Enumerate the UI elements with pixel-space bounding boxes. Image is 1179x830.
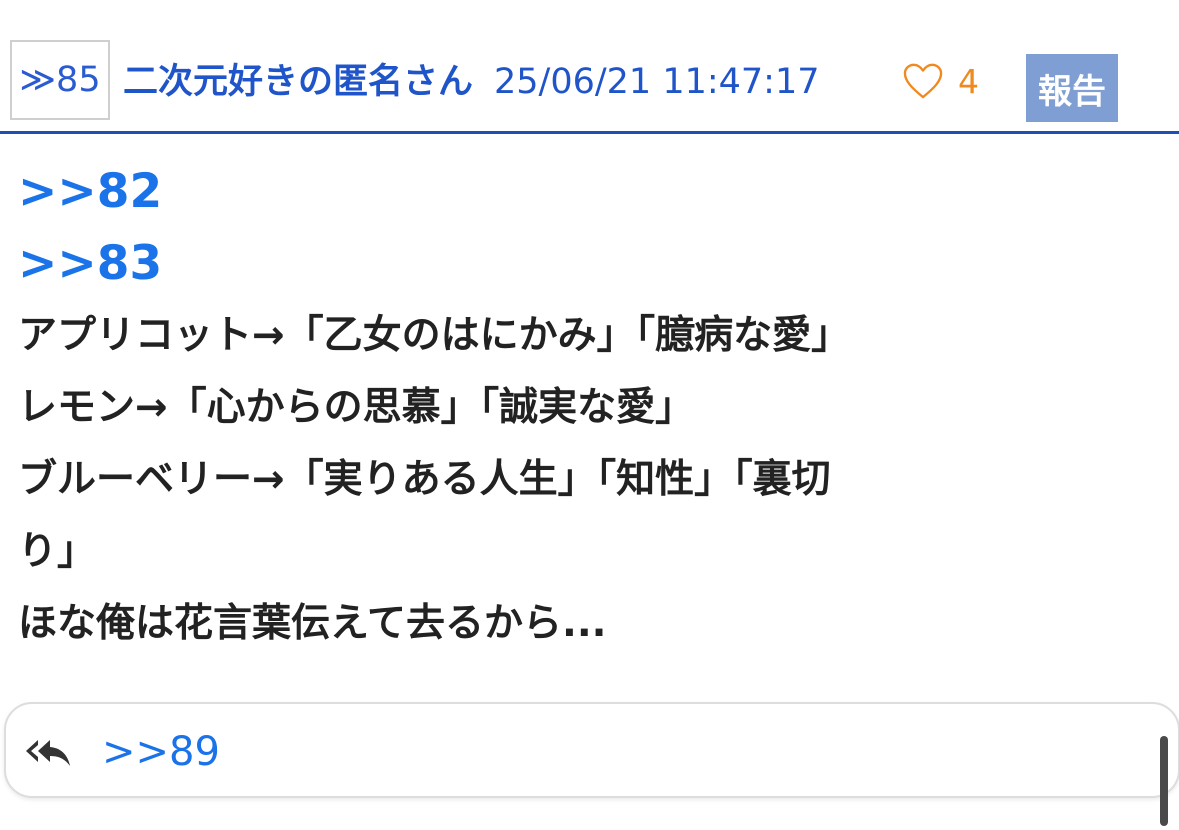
body-text-line: ブルーベリー→「実りある人生」「知性」「裏切 bbox=[18, 457, 831, 502]
heart-outline-icon bbox=[903, 63, 943, 99]
like-count: 4 bbox=[958, 61, 979, 101]
body-text-line: アプリコット→「乙女のはにかみ」「臆病な愛」 bbox=[18, 313, 851, 358]
reply-all-icon[interactable] bbox=[24, 734, 72, 770]
anchor-link-83[interactable]: >>83 bbox=[18, 228, 1138, 300]
post-header: ≫85 二次元好きの匿名さん 25/06/21 11:47:17 4 報告 bbox=[0, 36, 1179, 134]
reply-link-89[interactable]: >>89 bbox=[102, 726, 220, 778]
report-button[interactable]: 報告 bbox=[1026, 54, 1118, 122]
body-text-line: り」 bbox=[18, 529, 97, 574]
thread-page: ≫85 二次元好きの匿名さん 25/06/21 11:47:17 4 報告 >>… bbox=[0, 0, 1179, 830]
post-date: 25/06/21 11:47:17 bbox=[494, 62, 820, 102]
scrollbar[interactable] bbox=[1160, 736, 1168, 826]
body-text-line: レモン→「心からの思慕」「誠実な愛」 bbox=[18, 385, 695, 430]
post-body: >>82 >>83 アプリコット→「乙女のはにかみ」「臆病な愛」 レモン→「心か… bbox=[18, 156, 1138, 660]
body-text-line: ほな俺は花言葉伝えて去るから... bbox=[18, 601, 607, 646]
like-button[interactable]: 4 bbox=[902, 58, 979, 104]
anchor-link-82[interactable]: >>82 bbox=[18, 156, 1138, 228]
author-name: 二次元好きの匿名さん bbox=[123, 62, 474, 102]
replies-bar: >>89 bbox=[4, 702, 1179, 798]
res-number-link[interactable]: ≫85 bbox=[10, 40, 110, 120]
